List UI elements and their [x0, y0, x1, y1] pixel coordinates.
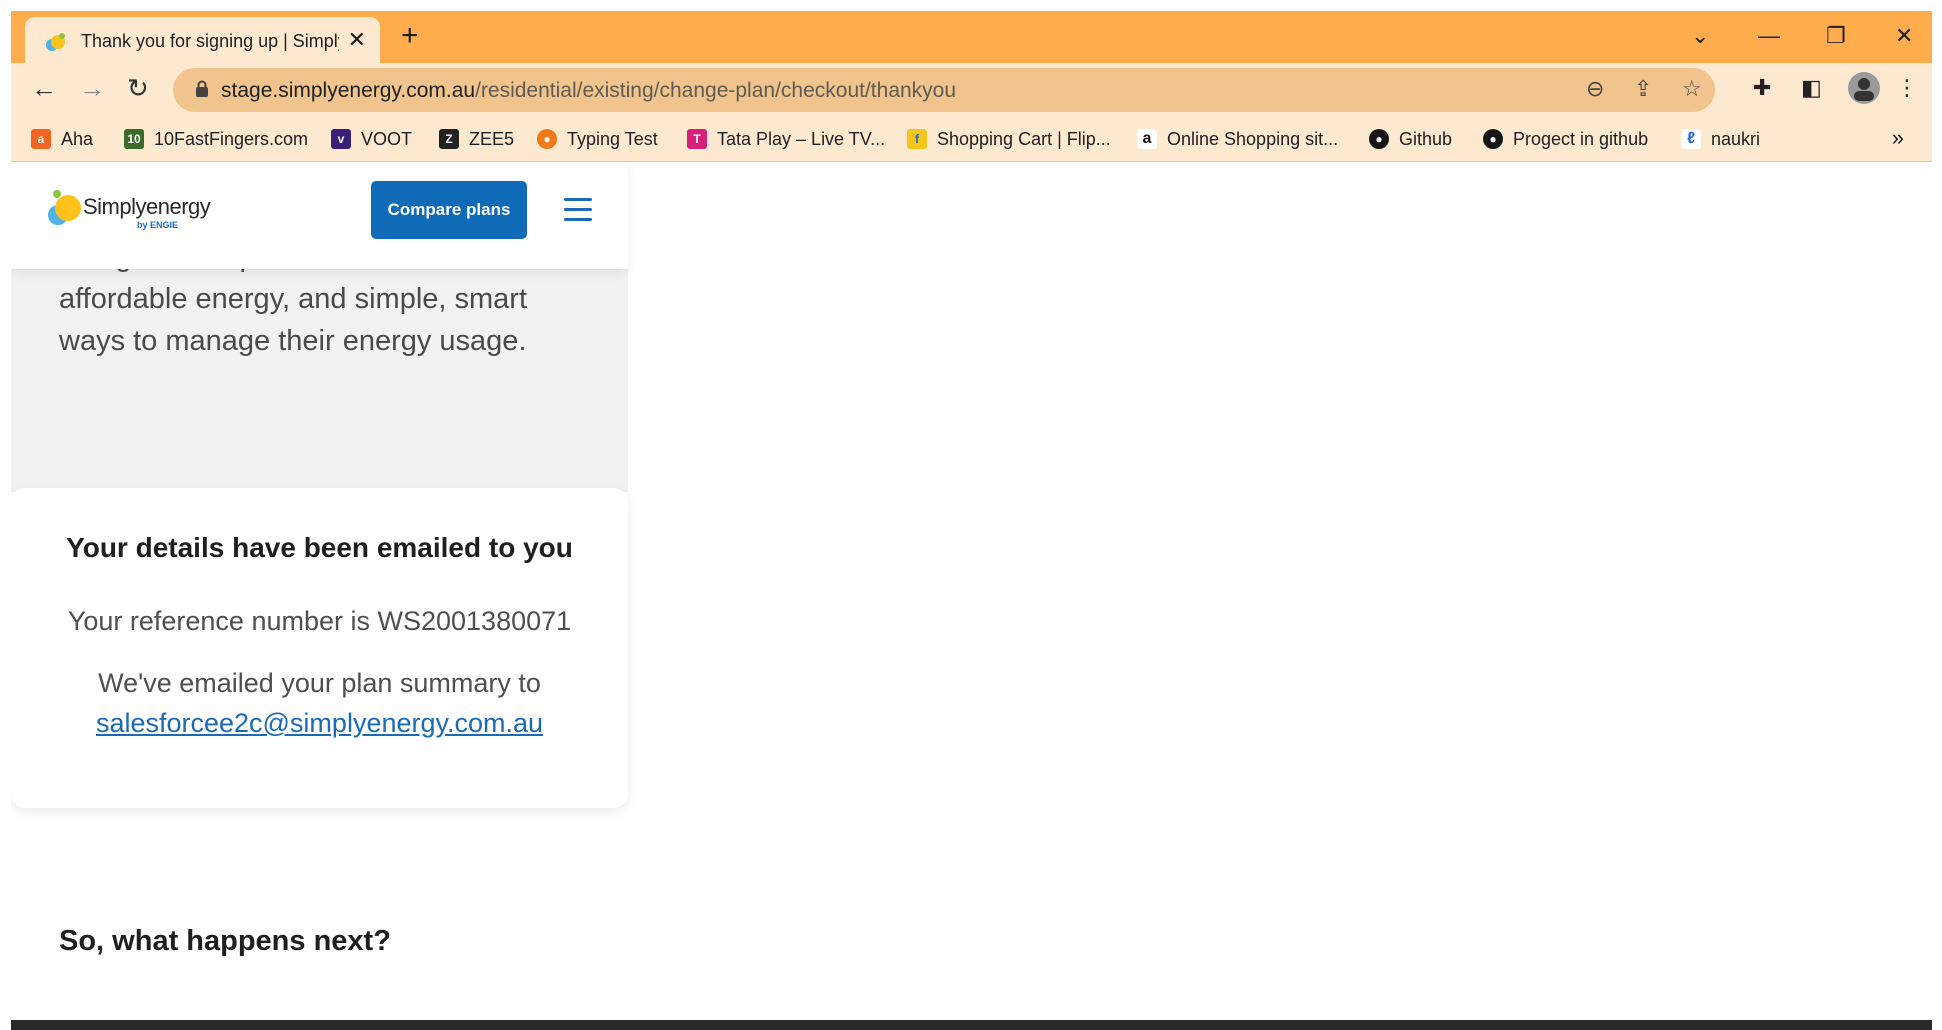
bookmark-label: ZEE5	[469, 128, 515, 149]
tenfastfingers-icon: 10	[124, 129, 144, 149]
more-menu-icon[interactable]: ⋮	[1896, 75, 1918, 101]
logo-icon	[48, 190, 81, 225]
bookmark-item[interactable]: 10 10FastFingers.com	[124, 127, 308, 151]
avatar-icon	[1848, 72, 1880, 104]
email-link[interactable]: salesforcee2c@simplyenergy.com.au	[11, 708, 628, 739]
bookmark-item[interactable]: v VOOT	[331, 127, 412, 151]
lock-icon	[196, 80, 208, 97]
url-host: stage.simplyenergy.com.au	[221, 79, 476, 102]
aha-icon: a	[31, 129, 51, 149]
bookmarks-bar: a Aha 10 10FastFingers.com v VOOT Z ZEE5 ● Ty…	[11, 117, 1932, 162]
flipkart-icon: f	[907, 129, 927, 149]
active-tab[interactable]: Thank you for signing up | Simply ✕	[25, 17, 380, 63]
back-arrow-icon[interactable]: ←	[31, 73, 57, 103]
github-icon: ●	[1369, 129, 1389, 149]
logo-sub: by ENGIE	[137, 220, 179, 230]
logo-wordmark: Simplyenergy	[83, 194, 211, 219]
bookmark-item[interactable]: f Shopping Cart | Flip...	[907, 127, 1111, 151]
bookmark-item[interactable]: a Online Shopping sit...	[1137, 127, 1338, 151]
profile-avatar[interactable]	[1847, 71, 1881, 111]
typing-test-icon: ●	[537, 129, 557, 149]
footer-strip	[11, 1020, 1932, 1030]
side-panel-icon[interactable]: ◧	[1801, 75, 1822, 101]
tata-play-icon: T	[687, 129, 707, 149]
voot-icon: v	[331, 129, 351, 149]
confirmation-card: Your details have been emailed to you Yo…	[11, 488, 628, 808]
minimize-icon[interactable]: —	[1758, 23, 1780, 49]
bookmark-label: 10FastFingers.com	[154, 128, 309, 149]
bookmark-item[interactable]: ● Typing Test	[537, 127, 658, 151]
share-icon[interactable]: ⇪	[1634, 76, 1652, 102]
simplyenergy-favicon	[46, 33, 65, 51]
bookmark-item[interactable]: ℓ naukri	[1681, 127, 1760, 151]
naukri-icon: ℓ	[1681, 129, 1701, 149]
web-page: Our goal is to provide Australians with …	[11, 162, 1932, 1030]
extensions-icon[interactable]: ✚	[1753, 75, 1771, 101]
bookmark-label: naukri	[1711, 128, 1761, 149]
bookmark-label: Github	[1399, 128, 1453, 149]
tab-search-chevron-icon[interactable]: ⌄	[1691, 23, 1709, 49]
reference-number: Your reference number is WS2001380071	[67, 606, 572, 636]
bookmark-star-icon[interactable]: ☆	[1682, 76, 1702, 102]
bookmark-item[interactable]: ● Github	[1369, 127, 1452, 151]
tab-bar: Thank you for signing up | Simply ✕ + ⌄ …	[11, 11, 1932, 63]
tab-title: Thank you for signing up | Simply	[81, 31, 339, 51]
url-path: /residential/existing/change-plan/checko…	[475, 79, 957, 102]
compare-plans-button[interactable]: Compare plans	[371, 181, 527, 239]
zoom-icon[interactable]: ⊖	[1586, 76, 1604, 102]
content-column: Our goal is to provide Australians with …	[11, 162, 628, 1030]
bookmarks-overflow-icon[interactable]: »	[1892, 125, 1904, 151]
restore-icon[interactable]: ❐	[1826, 23, 1846, 49]
bookmark-label: Aha	[61, 128, 94, 149]
bookmark-label: Online Shopping sit...	[1167, 128, 1339, 149]
card-heading: Your details have been emailed to you	[66, 532, 573, 563]
site-header: Simplyenergy by ENGIE Compare plans	[11, 162, 628, 269]
bookmark-item[interactable]: a Aha	[31, 127, 93, 151]
hamburger-menu-icon[interactable]	[564, 198, 592, 222]
zee5-icon: Z	[439, 129, 459, 149]
bookmark-label: VOOT	[361, 128, 413, 149]
browser-toolbar: ← → ↻ stage.simplyenergy.com.au/resident…	[11, 63, 1932, 117]
bookmark-item[interactable]: ● Progect in github	[1483, 127, 1648, 151]
bookmark-label: Typing Test	[567, 128, 658, 149]
emailed-label: We've emailed your plan summary to	[98, 668, 541, 698]
amazon-icon: a	[1137, 129, 1157, 149]
new-tab-plus-icon[interactable]: +	[401, 21, 419, 51]
browser-window: Thank you for signing up | Simply ✕ + ⌄ …	[11, 11, 1932, 1030]
reload-icon[interactable]: ↻	[127, 73, 149, 103]
next-steps-heading: So, what happens next?	[59, 925, 391, 957]
window-close-icon[interactable]: ✕	[1895, 23, 1913, 49]
bookmark-label: Shopping Cart | Flip...	[937, 128, 1111, 149]
address-bar[interactable]: stage.simplyenergy.com.au/residential/ex…	[173, 68, 1715, 112]
bookmark-item[interactable]: Z ZEE5	[439, 127, 514, 151]
simplyenergy-logo[interactable]: Simplyenergy by ENGIE	[47, 186, 222, 236]
url-text: stage.simplyenergy.com.au/residential/ex…	[221, 79, 956, 103]
github-icon: ●	[1483, 129, 1503, 149]
tab-close-icon[interactable]: ✕	[348, 27, 366, 53]
bookmark-label: Progect in github	[1513, 128, 1649, 149]
forward-arrow-icon[interactable]: →	[79, 73, 105, 103]
bookmark-item[interactable]: T Tata Play – Live TV...	[687, 127, 885, 151]
bookmark-label: Tata Play – Live TV...	[717, 128, 886, 149]
